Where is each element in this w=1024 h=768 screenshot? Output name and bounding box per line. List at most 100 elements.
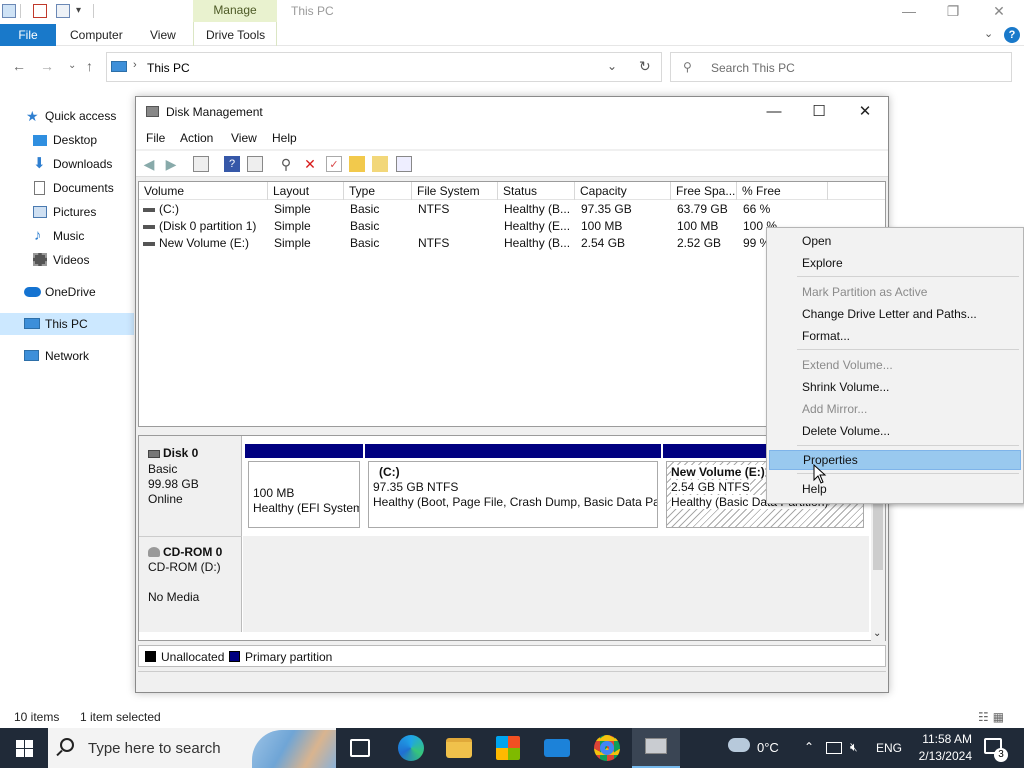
recent-locations-icon[interactable]: ⌄: [68, 60, 76, 71]
refresh-icon[interactable]: ↻: [639, 58, 651, 75]
scrollbar-thumb[interactable]: [873, 504, 883, 570]
disk-0-label[interactable]: Disk 0 Basic 99.98 GB Online: [139, 436, 242, 536]
disk-view-scrollbar[interactable]: ⌄: [871, 502, 885, 642]
dm-titlebar[interactable]: Disk Management — ☐ ✕: [136, 97, 888, 127]
address-dropdown-icon[interactable]: ⌄: [607, 59, 617, 73]
task-view-icon[interactable]: [350, 739, 370, 757]
start-button[interactable]: [0, 728, 48, 768]
breadcrumb-chevron-icon[interactable]: ›: [133, 59, 137, 71]
input-language[interactable]: ENG: [876, 741, 902, 755]
nav-label: OneDrive: [45, 285, 96, 299]
partition-efi[interactable]: 100 MB Healthy (EFI System: [245, 444, 363, 530]
col-file-system[interactable]: File System: [412, 182, 498, 200]
show-hidden-icons-icon[interactable]: ⌃: [804, 740, 814, 754]
dm-maximize-button[interactable]: ☐: [799, 101, 839, 123]
layout-cell: Simple: [274, 202, 311, 216]
back-arrow-icon[interactable]: ←: [12, 58, 26, 74]
weather-temperature[interactable]: 0°C: [757, 740, 779, 755]
details-icon[interactable]: [247, 156, 263, 172]
volume-muted-icon[interactable]: 🔇︎: [850, 740, 858, 755]
nav-item-this-pc[interactable]: This PC: [0, 313, 134, 335]
menu-item-open[interactable]: Open: [769, 231, 1021, 251]
menu-help[interactable]: Help: [272, 131, 297, 145]
back-icon[interactable]: ◀: [141, 156, 157, 172]
cloud-icon: [24, 287, 41, 297]
search-input[interactable]: ⚲ Search This PC: [670, 52, 1012, 82]
nav-item-network[interactable]: Network: [0, 345, 134, 367]
search-folder-icon[interactable]: [372, 156, 388, 172]
menu-view[interactable]: View: [231, 131, 257, 145]
edge-icon[interactable]: [398, 735, 424, 761]
ribbon-tab-computer[interactable]: Computer: [70, 28, 123, 42]
close-button[interactable]: ✕: [976, 0, 1022, 22]
menu-item-change-drive-letter[interactable]: Change Drive Letter and Paths...: [769, 304, 1021, 324]
disk-management-taskbar-button[interactable]: [632, 728, 680, 768]
menu-item-delete-volume[interactable]: Delete Volume...: [769, 421, 1021, 441]
menu-item-explore[interactable]: Explore: [769, 253, 1021, 273]
microsoft-store-icon[interactable]: [496, 736, 520, 760]
folder-up-icon[interactable]: [349, 156, 365, 172]
nav-item-documents[interactable]: Documents: [0, 177, 134, 199]
properties-quick-icon[interactable]: [33, 4, 47, 18]
help-icon[interactable]: ?: [224, 156, 240, 172]
col-capacity[interactable]: Capacity: [575, 182, 671, 200]
nav-label: This PC: [45, 317, 88, 331]
clock-time[interactable]: 11:58 AM: [912, 732, 972, 746]
col-type[interactable]: Type: [344, 182, 412, 200]
menu-item-shrink-volume[interactable]: Shrink Volume...: [769, 377, 1021, 397]
menu-file[interactable]: File: [146, 131, 165, 145]
nav-item-onedrive[interactable]: OneDrive: [0, 281, 134, 303]
ribbon-expand-icon[interactable]: ⌄: [984, 27, 993, 40]
manage-contextual-tab[interactable]: Manage: [193, 0, 277, 22]
ribbon-tab-drive-tools[interactable]: Drive Tools: [206, 28, 265, 42]
breadcrumb[interactable]: This PC: [147, 61, 190, 75]
col-volume[interactable]: Volume: [139, 182, 268, 200]
scroll-down-icon[interactable]: ⌄: [873, 628, 881, 639]
col-free-space[interactable]: Free Spa...: [671, 182, 737, 200]
explorer-app-icon[interactable]: [2, 4, 16, 18]
nav-item-music[interactable]: ♪ Music: [0, 225, 134, 247]
connect-icon[interactable]: ⚲: [278, 156, 294, 172]
cdrom-0-label[interactable]: CD-ROM 0 CD-ROM (D:) No Media: [139, 536, 242, 632]
ribbon-tab-file[interactable]: File: [0, 24, 56, 46]
delete-icon[interactable]: ✕: [302, 156, 318, 172]
dm-minimize-button[interactable]: —: [754, 101, 794, 123]
up-arrow-icon[interactable]: ↑: [86, 58, 93, 74]
partition-c[interactable]: (C:) 97.35 GB NTFS Healthy (Boot, Page F…: [365, 444, 661, 530]
table-row[interactable]: (C:) Simple Basic NTFS Healthy (B... 97.…: [139, 201, 885, 218]
dm-close-button[interactable]: ✕: [845, 101, 885, 123]
help-icon[interactable]: ?: [1004, 27, 1020, 43]
nav-item-downloads[interactable]: ⬇ Downloads: [0, 153, 134, 175]
weather-icon[interactable]: [728, 738, 750, 752]
maximize-button[interactable]: ❐: [930, 0, 976, 22]
menu-item-properties[interactable]: Properties: [769, 450, 1021, 470]
address-bar[interactable]: › This PC ⌄ ↻: [106, 52, 662, 82]
legend-primary: Primary partition: [245, 650, 333, 664]
clock-date[interactable]: 2/13/2024: [912, 749, 972, 763]
col-layout[interactable]: Layout: [268, 182, 344, 200]
col-percent-free[interactable]: % Free: [737, 182, 828, 200]
forward-arrow-icon[interactable]: →: [40, 58, 54, 74]
forward-icon[interactable]: ▶: [163, 156, 179, 172]
minimize-button[interactable]: —: [886, 0, 932, 22]
nav-item-desktop[interactable]: Desktop: [0, 129, 134, 151]
network-tray-icon[interactable]: [826, 742, 842, 754]
nav-item-videos[interactable]: Videos: [0, 249, 134, 271]
nav-item-pictures[interactable]: Pictures: [0, 201, 134, 223]
view-toggle-icons[interactable]: ☷▦: [978, 710, 1008, 724]
chrome-icon[interactable]: [594, 735, 620, 761]
console-tree-icon[interactable]: [193, 156, 209, 172]
new-folder-quick-icon[interactable]: [56, 4, 70, 18]
file-explorer-icon[interactable]: [446, 738, 472, 758]
mail-icon[interactable]: [544, 739, 570, 757]
col-status[interactable]: Status: [498, 182, 575, 200]
menu-item-format[interactable]: Format...: [769, 326, 1021, 346]
quick-access-dropdown-icon[interactable]: ▾: [76, 5, 81, 16]
properties-icon[interactable]: [396, 156, 412, 172]
menu-item-help[interactable]: Help: [769, 479, 1021, 499]
nav-item-quick-access[interactable]: ★ Quick access: [0, 105, 134, 127]
free-cell: 63.79 GB: [677, 202, 728, 216]
menu-action[interactable]: Action: [180, 131, 213, 145]
ribbon-tab-view[interactable]: View: [150, 28, 176, 42]
check-icon[interactable]: ✓: [326, 156, 342, 172]
